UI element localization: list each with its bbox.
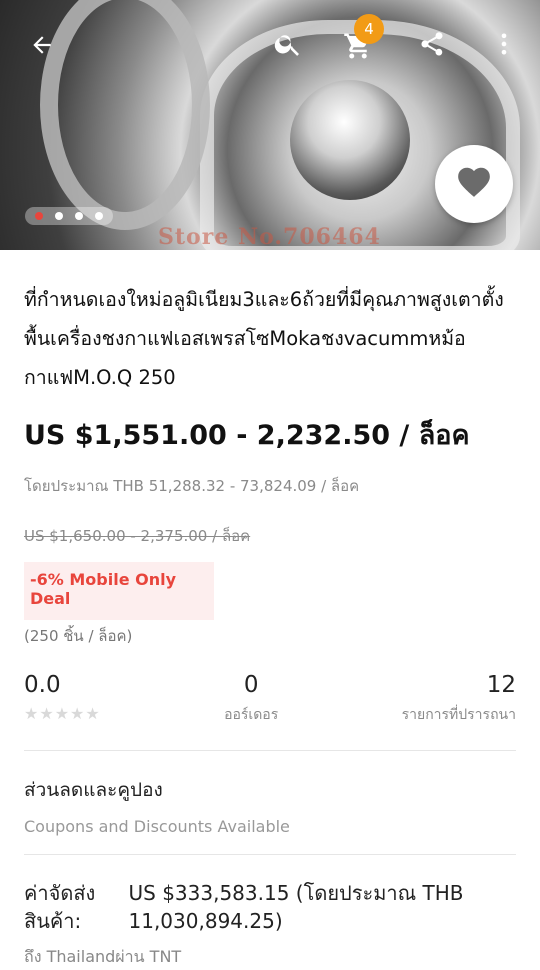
image-watermark: Store No.706464 <box>158 224 381 250</box>
search-icon[interactable] <box>268 24 308 64</box>
product-detail: ที่กำหนดเองใหม่อลูมิเนียม3และ6ถ้วยที่มีค… <box>0 280 540 970</box>
back-arrow-icon[interactable] <box>22 25 62 65</box>
coupons-section[interactable]: ส่วนลดและคูปอง Coupons and Discounts Ava… <box>24 775 516 854</box>
share-icon[interactable] <box>412 24 452 64</box>
rating-stat[interactable]: 0.0 ★★★★★ <box>24 672 101 734</box>
pagination-dot[interactable] <box>75 212 83 220</box>
coupons-title: ส่วนลดและคูปอง <box>24 779 163 801</box>
rating-value: 0.0 <box>24 672 61 698</box>
orders-count: 0 <box>243 672 259 698</box>
lot-info: (250 ชิ้น / ล็อค) <box>24 627 133 645</box>
pagination-dot[interactable] <box>55 212 63 220</box>
divider <box>24 854 516 855</box>
product-image-knob <box>290 80 410 200</box>
shipping-label: ค่าจัดส่งสินค้า: <box>24 881 96 933</box>
shipping-value: US $333,583.15 (โดยประมาณ THB 11,030,894… <box>128 881 464 933</box>
heart-icon <box>455 163 493 205</box>
wishlist-stat: 12 รายการที่ปรารถนา <box>402 672 516 734</box>
orders-stat: 0 ออร์เดอร <box>224 672 278 734</box>
product-stats: 0.0 ★★★★★ 0 ออร์เดอร 12 รายการที่ปรารถนา <box>24 672 516 734</box>
coupons-subtitle: Coupons and Discounts Available <box>24 817 290 836</box>
product-price: US $1,551.00 - 2,232.50 / ล็อค <box>24 420 470 451</box>
approx-local-price: โดยประมาณ THB 51,288.32 - 73,824.09 / ล็… <box>24 477 360 495</box>
divider <box>24 750 516 751</box>
product-title: ที่กำหนดเองใหม่อลูมิเนียม3และ6ถ้วยที่มีค… <box>24 288 504 389</box>
top-app-bar: 4 <box>0 0 540 90</box>
cart-count-badge: 4 <box>354 14 384 44</box>
wishlist-label: รายการที่ปรารถนา <box>401 707 516 723</box>
wishlist-count: 12 <box>486 672 516 698</box>
pagination-dot-active[interactable] <box>35 212 43 220</box>
rating-stars: ★★★★★ <box>24 704 101 723</box>
shipping-destination: ถึง Thailandผ่าน TNT <box>24 947 182 966</box>
more-vert-icon[interactable] <box>484 24 524 64</box>
mobile-deal-badge: -6% Mobile Only Deal <box>24 562 214 620</box>
orders-label: ออร์เดอร <box>224 707 279 723</box>
favorite-button[interactable] <box>435 145 513 223</box>
gallery-pagination <box>25 207 113 225</box>
pagination-dot[interactable] <box>95 212 103 220</box>
original-price: US $1,650.00 - 2,375.00 / ล็อค <box>24 527 251 545</box>
product-gallery[interactable]: Store No.706464 4 <box>0 0 540 250</box>
